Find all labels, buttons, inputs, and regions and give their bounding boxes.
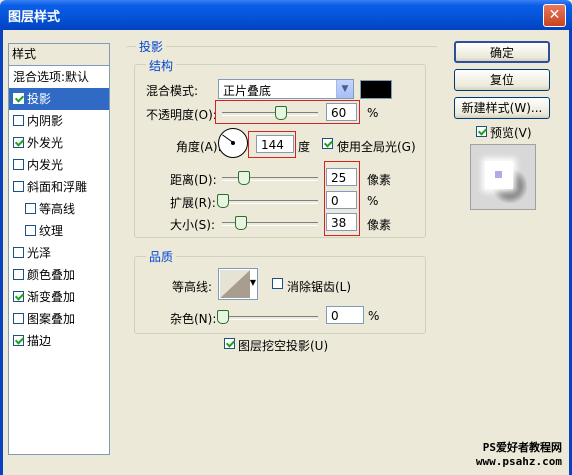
noise-slider-track[interactable]: [222, 316, 318, 320]
anti-alias-checkbox[interactable]: [272, 278, 283, 289]
distance-size-highlight-box: [324, 161, 360, 236]
style-list-item-label: 外发光: [27, 136, 64, 150]
style-list-item-label: 颜色叠加: [27, 268, 76, 282]
style-list-item[interactable]: 描边: [9, 330, 109, 352]
distance-slider-thumb[interactable]: [238, 171, 250, 185]
noise-unit: %: [368, 309, 380, 323]
style-checkbox[interactable]: [13, 291, 24, 302]
style-list-item-label: 斜面和浮雕: [27, 180, 88, 194]
style-list-item[interactable]: 纹理: [9, 220, 109, 242]
style-list-item[interactable]: 斜面和浮雕: [9, 176, 109, 198]
style-list-item[interactable]: 投影: [9, 88, 109, 110]
opacity-label: 不透明度(O):: [146, 108, 217, 122]
anti-alias-label[interactable]: 消除锯齿(L): [287, 278, 351, 295]
style-checkbox[interactable]: [25, 203, 36, 214]
reset-button[interactable]: 复位: [454, 69, 550, 91]
watermark: PS爱好者教程网 www.psahz.com: [476, 441, 562, 469]
shadow-color-swatch[interactable]: [360, 80, 392, 99]
close-button[interactable]: ✕: [543, 4, 566, 27]
style-list-item[interactable]: 外发光: [9, 132, 109, 154]
spread-label: 扩展(R):: [170, 196, 216, 210]
style-checkbox[interactable]: [13, 335, 24, 346]
style-checkbox[interactable]: [13, 247, 24, 258]
opacity-highlight-box: [215, 100, 360, 124]
style-checkbox[interactable]: [25, 225, 36, 236]
chevron-down-icon: ▼: [249, 278, 256, 287]
contour-picker[interactable]: ▼: [218, 268, 258, 300]
style-list-item[interactable]: 颜色叠加: [9, 264, 109, 286]
style-list-item-label: 内发光: [27, 158, 64, 172]
angle-unit: 度: [298, 140, 311, 154]
style-list-item[interactable]: 混合选项:默认: [9, 66, 109, 88]
style-list-item-label: 内阴影: [27, 114, 64, 128]
style-list-item-label: 投影: [27, 92, 52, 106]
title-bar: 图层样式 ✕: [0, 0, 572, 30]
style-list-item-label: 等高线: [39, 202, 76, 216]
section-title: 投影: [136, 38, 167, 55]
style-checkbox[interactable]: [13, 159, 24, 170]
noise-label: 杂色(N):: [170, 312, 217, 326]
global-light-checkbox[interactable]: [322, 138, 333, 149]
opacity-unit: %: [367, 106, 379, 120]
style-preview-thumbnail: [470, 144, 536, 210]
watermark-line2: www.psahz.com: [475, 455, 562, 468]
preview-checkbox[interactable]: [476, 126, 487, 137]
style-list-item[interactable]: 内阴影: [9, 110, 109, 132]
spread-slider-thumb[interactable]: [217, 194, 229, 208]
style-list-item-label: 光泽: [27, 246, 52, 260]
style-checkbox[interactable]: [13, 137, 24, 148]
blend-mode-select[interactable]: 正片叠底 ▼: [218, 79, 354, 99]
style-checkbox[interactable]: [13, 181, 24, 192]
quality-title: 品质: [146, 248, 177, 265]
style-list-item[interactable]: 渐变叠加: [9, 286, 109, 308]
new-style-button[interactable]: 新建样式(W)...: [454, 97, 550, 119]
style-list-item-label: 图案叠加: [27, 312, 76, 326]
style-list-item[interactable]: 图案叠加: [9, 308, 109, 330]
distance-label: 距离(D):: [170, 173, 217, 187]
ok-button[interactable]: 确定: [454, 41, 550, 63]
distance-slider-track[interactable]: [222, 177, 318, 181]
style-list-item-label: 渐变叠加: [27, 290, 76, 304]
style-checkbox[interactable]: [13, 269, 24, 280]
angle-dial[interactable]: [218, 128, 248, 158]
global-light-label[interactable]: 使用全局光(G): [337, 138, 416, 155]
style-checkbox[interactable]: [13, 313, 24, 324]
style-list-item-label: 纹理: [39, 224, 64, 238]
style-list-item-label: 描边: [27, 334, 52, 348]
angle-label: 角度(A):: [176, 140, 222, 154]
contour-label: 等高线:: [172, 280, 213, 294]
style-list: 样式 混合选项:默认投影内阴影外发光内发光斜面和浮雕等高线纹理光泽颜色叠加渐变叠…: [8, 43, 110, 455]
knockout-label[interactable]: 图层挖空投影(U): [238, 337, 328, 354]
spread-unit: %: [367, 194, 379, 208]
chevron-down-icon: ▼: [336, 80, 353, 98]
contour-curve-icon: [220, 270, 250, 298]
size-label: 大小(S):: [170, 218, 216, 232]
noise-input[interactable]: 0: [326, 306, 364, 324]
style-checkbox[interactable]: [13, 93, 24, 104]
preview-label[interactable]: 预览(V): [490, 124, 532, 141]
preview-center-dot: [495, 171, 502, 178]
style-list-item[interactable]: 光泽: [9, 242, 109, 264]
style-checkbox[interactable]: [13, 115, 24, 126]
style-list-header[interactable]: 样式: [9, 44, 109, 66]
structure-title: 结构: [146, 57, 177, 74]
distance-unit: 像素: [367, 173, 392, 187]
blend-mode-value: 正片叠底: [223, 84, 272, 98]
angle-highlight-box: [248, 131, 296, 158]
watermark-line1: PS爱好者教程网: [482, 441, 562, 454]
spread-slider-track[interactable]: [222, 200, 318, 204]
size-unit: 像素: [367, 218, 392, 232]
noise-slider-thumb[interactable]: [217, 310, 229, 324]
style-list-item[interactable]: 内发光: [9, 154, 109, 176]
style-list-item-label: 混合选项:默认: [13, 70, 90, 84]
angle-center-dot: [231, 141, 235, 145]
window-title: 图层样式: [8, 10, 61, 25]
knockout-checkbox[interactable]: [224, 338, 235, 349]
style-list-item[interactable]: 等高线: [9, 198, 109, 220]
size-slider-thumb[interactable]: [235, 216, 247, 230]
blend-mode-label: 混合模式:: [146, 84, 199, 98]
